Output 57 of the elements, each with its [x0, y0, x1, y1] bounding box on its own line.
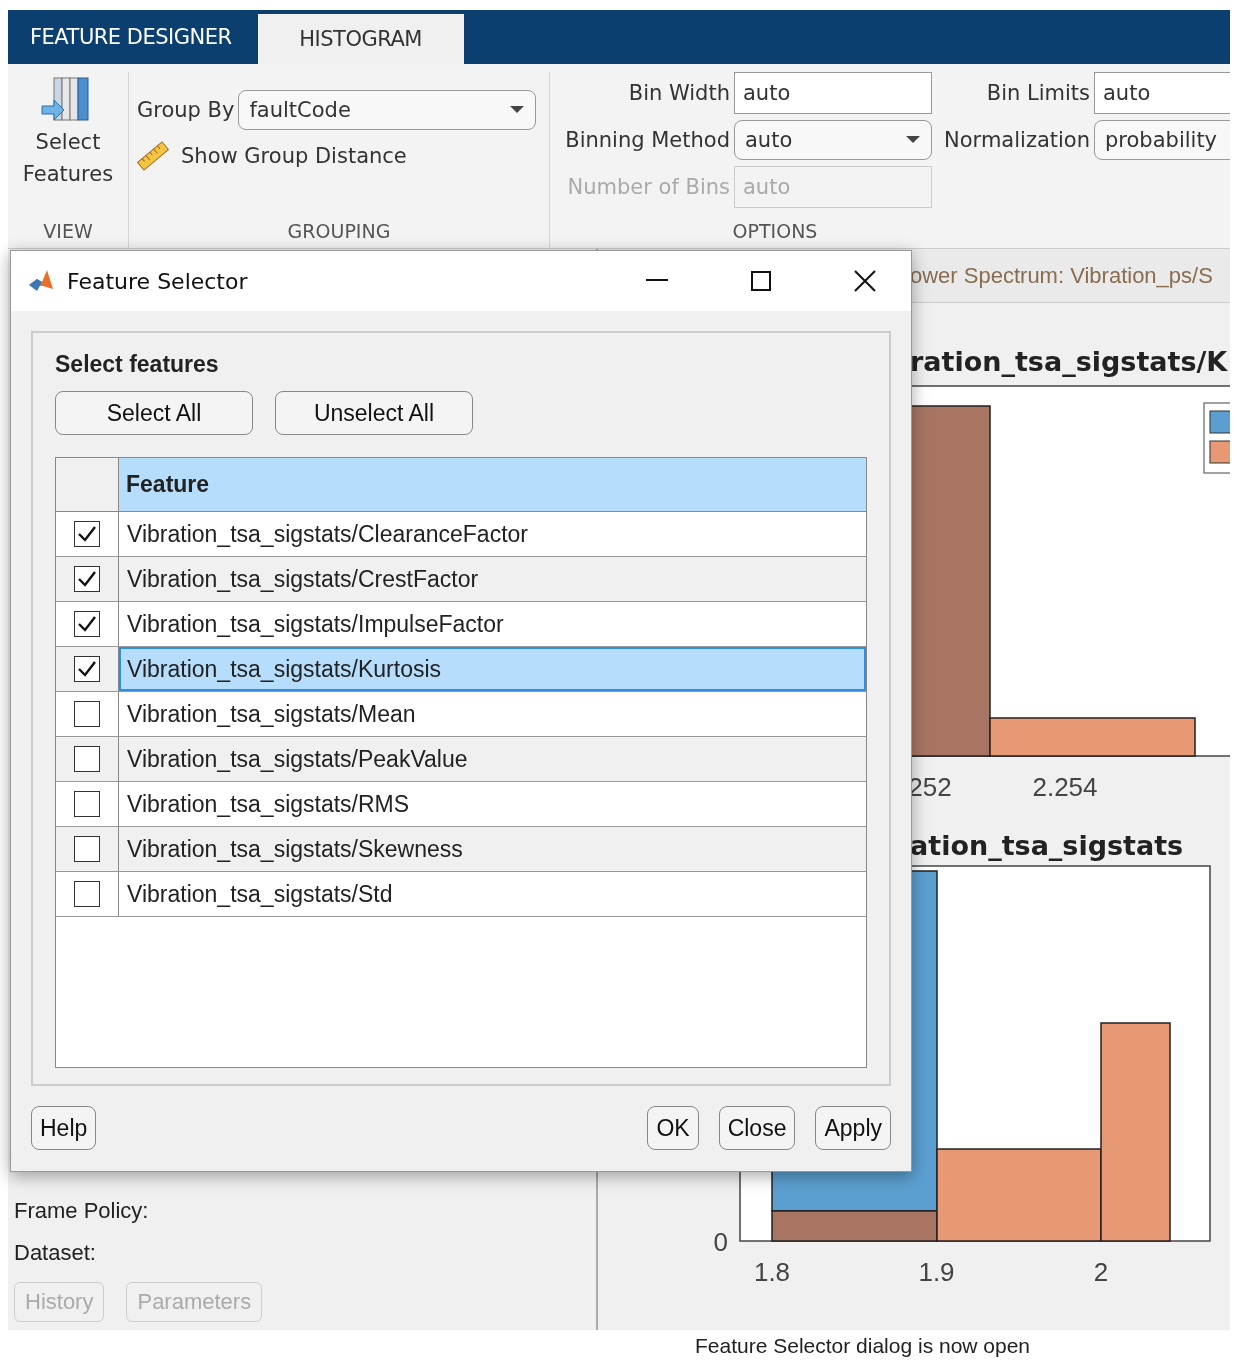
- field-label: Binning Method: [564, 128, 730, 152]
- dropdown[interactable]: probability: [1094, 120, 1230, 160]
- field-label: Normalization: [943, 128, 1090, 152]
- checkbox[interactable]: [74, 656, 100, 682]
- axis-tick-label: 2.254: [1032, 772, 1098, 802]
- checkbox[interactable]: [74, 566, 100, 592]
- property-label: Dataset:: [14, 1240, 97, 1266]
- minimize-icon: [646, 279, 668, 283]
- axis-tick-label: 1.9: [918, 1257, 955, 1287]
- table-cell[interactable]: Vibration_tsa_sigstats/ClearanceFactor: [119, 512, 866, 556]
- select-features-button[interactable]: Select Features: [16, 72, 120, 218]
- field-label: Group By: [137, 98, 235, 122]
- table-cell[interactable]: Vibration_tsa_sigstats/Kurtosis: [119, 647, 866, 691]
- property-label: Frame Policy:: [14, 1198, 150, 1224]
- dialog-button[interactable]: Close: [718, 1106, 796, 1150]
- status-message: Feature Selector dialog is now open: [694, 1333, 1032, 1359]
- panel-title: Select features: [55, 351, 220, 379]
- dialog-button[interactable]: Apply: [815, 1106, 891, 1150]
- field-label: Number of Bins: [566, 175, 730, 199]
- axis-tick-label: 1.8: [753, 1257, 791, 1287]
- checkbox[interactable]: [74, 521, 100, 547]
- field-label: Bin Limits: [985, 81, 1090, 105]
- section-title: GROUPING: [286, 219, 392, 244]
- table-cell[interactable]: Vibration_tsa_sigstats/Std: [119, 872, 866, 916]
- axis-tick-label: 0: [713, 1227, 728, 1257]
- plot-title: ation_tsa_sigstats: [910, 830, 1184, 861]
- caret-icon: [509, 105, 526, 115]
- checkbox[interactable]: [74, 836, 100, 862]
- window-title: Feature Selector: [67, 268, 249, 294]
- checkbox[interactable]: [74, 881, 100, 907]
- checkbox[interactable]: [74, 791, 100, 817]
- show-group-distance-button[interactable]: Show Group Distance: [137, 140, 537, 172]
- checkbox[interactable]: [74, 701, 100, 727]
- column-header[interactable]: Feature: [119, 458, 866, 511]
- axis-tick-label: 2: [1093, 1257, 1109, 1287]
- dropdown[interactable]: auto: [734, 120, 932, 160]
- ribbon-tab[interactable]: FEATURE DESIGNER: [8, 10, 254, 64]
- section-title: OPTIONS: [731, 219, 819, 244]
- caret-icon: [905, 135, 921, 145]
- table-cell[interactable]: Vibration_tsa_sigstats/ImpulseFactor: [119, 602, 866, 646]
- checkbox[interactable]: [74, 611, 100, 637]
- plot-title: ration_tsa_sigstats/K: [910, 346, 1228, 377]
- group-by-dropdown[interactable]: faultCode: [238, 90, 537, 130]
- table-cell[interactable]: Vibration_tsa_sigstats/RMS: [119, 782, 866, 826]
- select-button[interactable]: Unselect All: [275, 391, 473, 435]
- input-field[interactable]: auto: [1094, 72, 1230, 114]
- checkbox[interactable]: [74, 746, 100, 772]
- section-title: VIEW: [42, 219, 94, 244]
- dialog-button[interactable]: Help: [31, 1106, 97, 1150]
- ribbon-tab[interactable]: HISTOGRAM: [257, 14, 464, 64]
- field-label: Bin Width: [627, 81, 730, 105]
- close-icon: [854, 270, 876, 292]
- select-button[interactable]: Select All: [55, 391, 253, 435]
- input-field[interactable]: auto: [734, 72, 932, 114]
- maximize-icon: [751, 271, 771, 291]
- dialog-button[interactable]: OK: [647, 1106, 699, 1150]
- table-cell[interactable]: Vibration_tsa_sigstats/Mean: [119, 692, 866, 736]
